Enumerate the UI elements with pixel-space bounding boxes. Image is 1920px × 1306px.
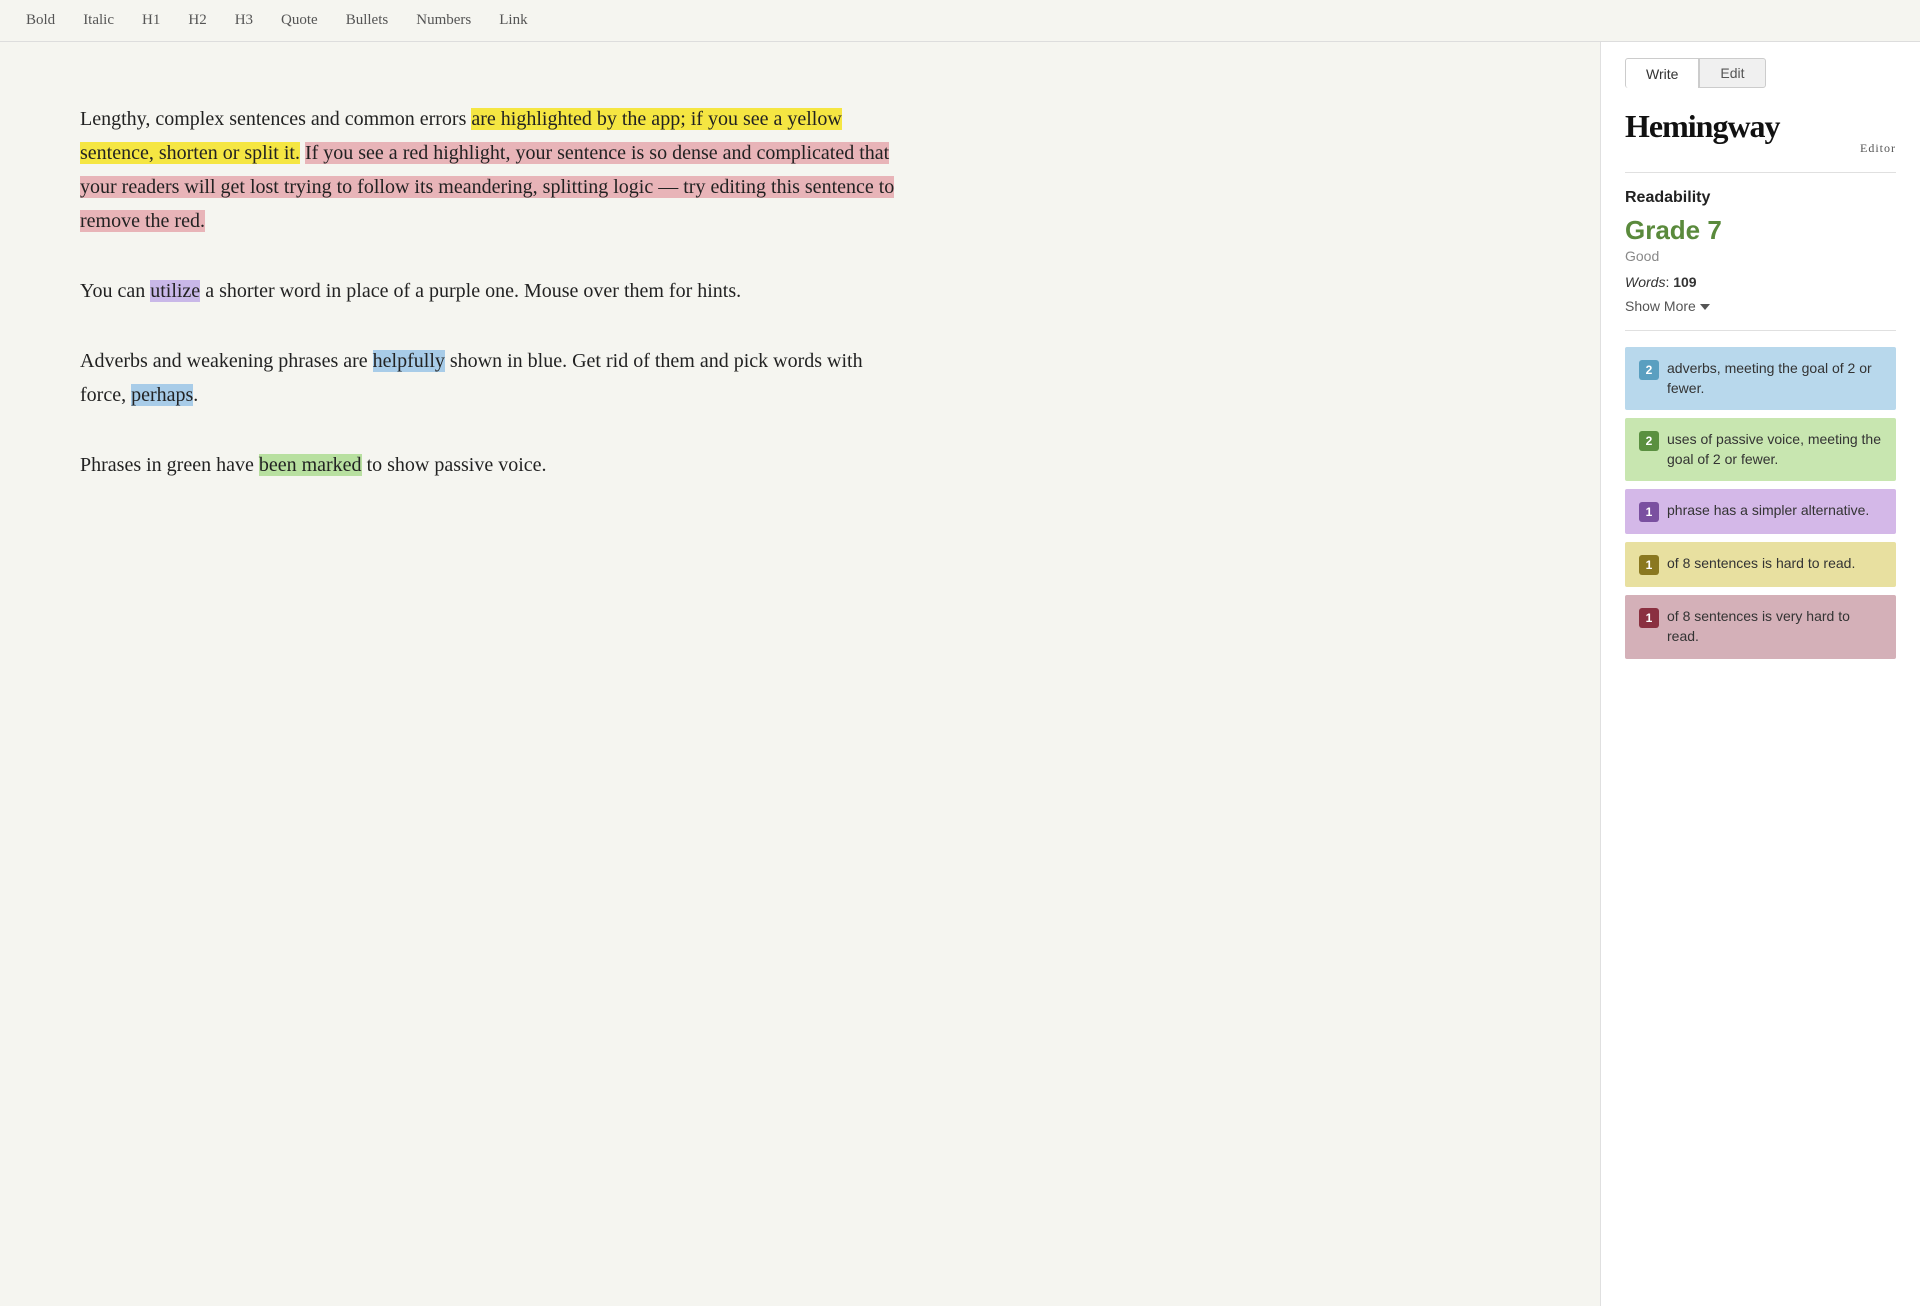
write-mode-button[interactable]: Write	[1625, 58, 1699, 88]
text-plain-6: Phrases in green have	[80, 454, 259, 476]
edit-mode-button[interactable]: Edit	[1699, 58, 1765, 88]
h2-button[interactable]: H2	[186, 8, 208, 33]
bullets-button[interactable]: Bullets	[344, 8, 391, 33]
stat-adverbs: 2 adverbs, meeting the goal of 2 or fewe…	[1625, 347, 1896, 410]
stat-text-hard: of 8 sentences is hard to read.	[1667, 554, 1855, 574]
editor-area[interactable]: Lengthy, complex sentences and common er…	[0, 42, 1600, 1306]
stat-badge-adverbs: 2	[1639, 360, 1659, 380]
text-plain-3: a shorter word in place of a purple one.…	[200, 280, 741, 302]
chevron-down-icon	[1700, 304, 1710, 310]
highlight-green-1: been marked	[259, 454, 362, 476]
numbers-button[interactable]: Numbers	[414, 8, 473, 33]
words-count: Words: 109	[1625, 274, 1896, 290]
italic-button[interactable]: Italic	[81, 8, 116, 33]
stat-badge-simpler: 1	[1639, 502, 1659, 522]
stat-text-simpler: phrase has a simpler alternative.	[1667, 501, 1869, 521]
app-title: Hemingway	[1625, 108, 1780, 144]
stat-cards: 2 adverbs, meeting the goal of 2 or fewe…	[1625, 347, 1896, 659]
highlight-purple-1: utilize	[150, 280, 200, 302]
editor-content: Lengthy, complex sentences and common er…	[80, 102, 900, 482]
stat-passive: 2 uses of passive voice, meeting the goa…	[1625, 418, 1896, 481]
paragraph-2: You can utilize a shorter word in place …	[80, 274, 900, 308]
link-button[interactable]: Link	[497, 8, 529, 33]
stat-badge-hard: 1	[1639, 555, 1659, 575]
readability-label: Readability	[1625, 189, 1896, 207]
stat-text-very-hard: of 8 sentences is very hard to read.	[1667, 607, 1882, 646]
main-container: Lengthy, complex sentences and common er…	[0, 42, 1920, 1306]
stat-simpler: 1 phrase has a simpler alternative.	[1625, 489, 1896, 534]
stat-text-adverbs: adverbs, meeting the goal of 2 or fewer.	[1667, 359, 1882, 398]
words-label: Words	[1625, 274, 1665, 290]
quote-button[interactable]: Quote	[279, 8, 320, 33]
readability-section: Readability Grade 7 Good Words: 109 Show…	[1625, 189, 1896, 331]
h1-button[interactable]: H1	[140, 8, 162, 33]
show-more-label: Show More	[1625, 298, 1696, 314]
show-more-button[interactable]: Show More	[1625, 298, 1710, 314]
logo-area: Hemingway Editor	[1625, 108, 1896, 173]
highlight-blue-2: perhaps	[131, 384, 193, 406]
text-period: .	[193, 384, 198, 406]
stat-hard: 1 of 8 sentences is hard to read.	[1625, 542, 1896, 587]
stat-badge-passive: 2	[1639, 431, 1659, 451]
words-value: 109	[1673, 274, 1696, 290]
mode-toggle: Write Edit	[1625, 58, 1896, 88]
paragraph-3: Adverbs and weakening phrases are helpfu…	[80, 344, 900, 412]
stat-very-hard: 1 of 8 sentences is very hard to read.	[1625, 595, 1896, 658]
grade-level: Grade 7	[1625, 215, 1896, 246]
stat-text-passive: uses of passive voice, meeting the goal …	[1667, 430, 1882, 469]
paragraph-4: Phrases in green have been marked to sho…	[80, 448, 900, 482]
toolbar: Bold Italic H1 H2 H3 Quote Bullets Numbe…	[0, 0, 1920, 42]
h3-button[interactable]: H3	[233, 8, 255, 33]
paragraph-1: Lengthy, complex sentences and common er…	[80, 102, 900, 238]
bold-button[interactable]: Bold	[24, 8, 57, 33]
sidebar: Write Edit Hemingway Editor Readability …	[1600, 42, 1920, 1306]
text-plain-2: You can	[80, 280, 150, 302]
highlight-blue-1: helpfully	[373, 350, 445, 372]
text-plain-4: Adverbs and weakening phrases are	[80, 350, 373, 372]
text-plain-7: to show passive voice.	[362, 454, 547, 476]
grade-description: Good	[1625, 248, 1896, 264]
stat-badge-very-hard: 1	[1639, 608, 1659, 628]
text-plain: Lengthy, complex sentences and common er…	[80, 108, 471, 130]
